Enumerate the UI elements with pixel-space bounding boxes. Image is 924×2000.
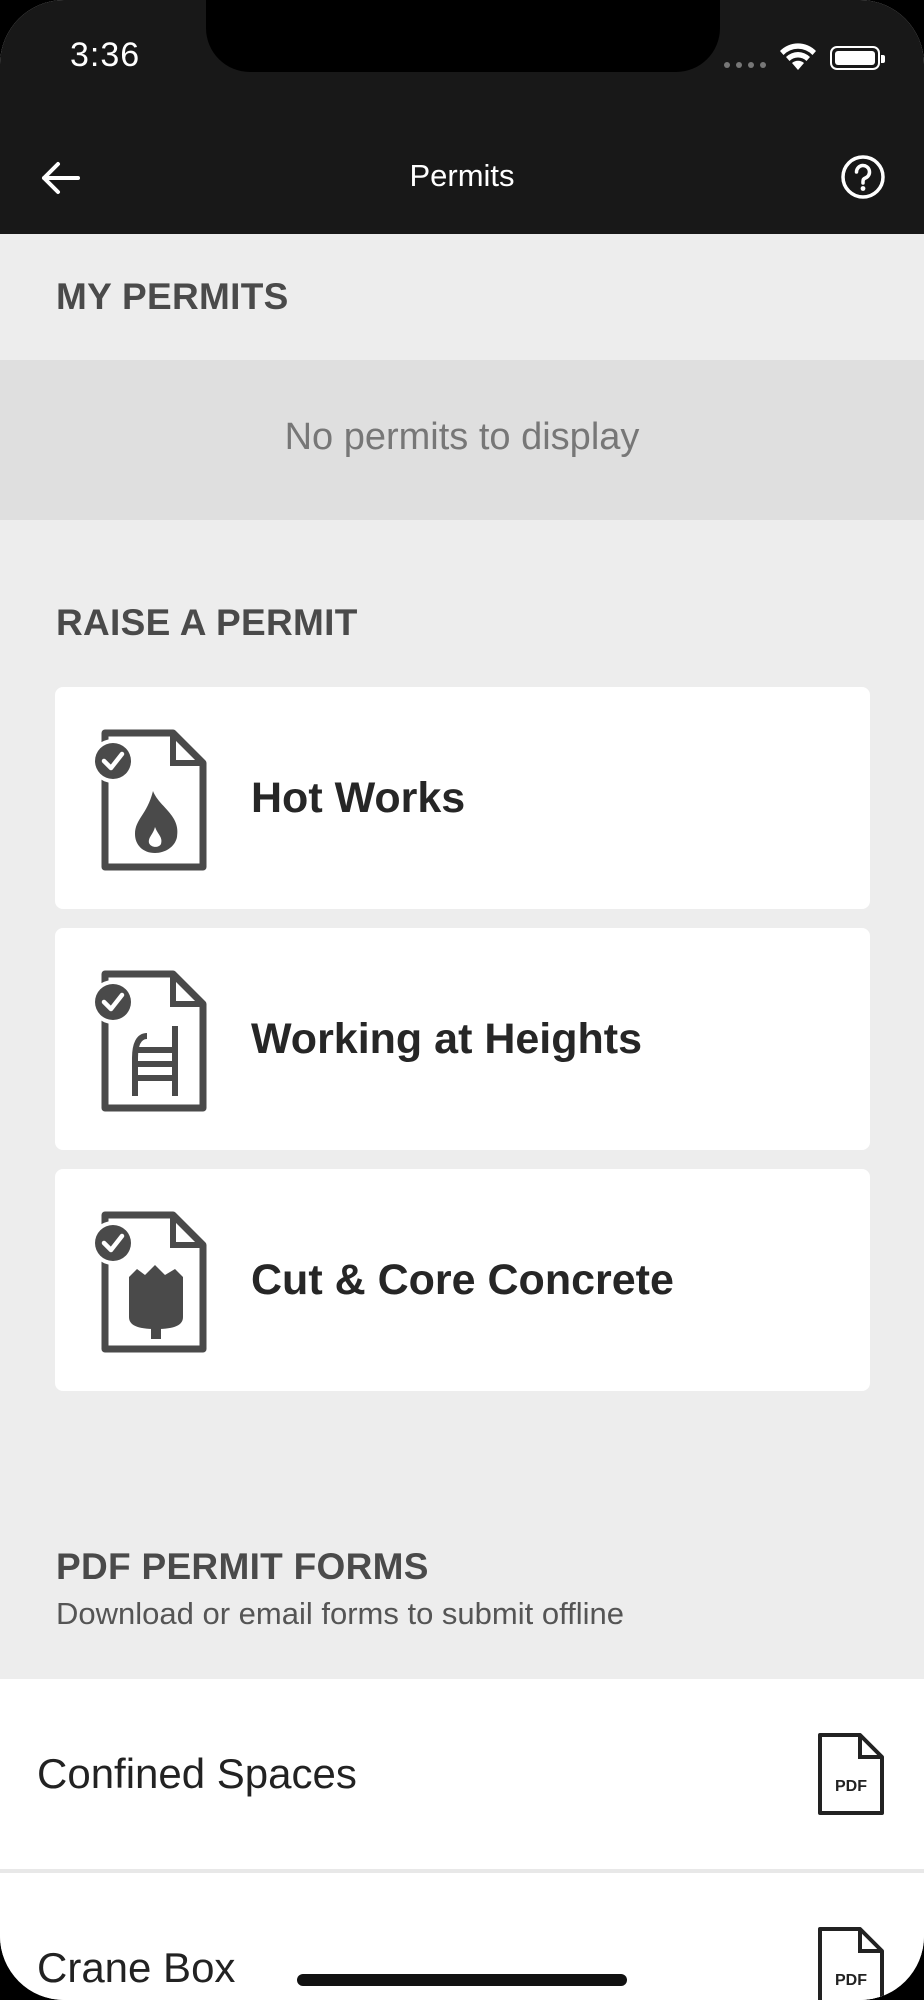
empty-permits-banner: No permits to display <box>0 360 924 520</box>
concrete-permit-icon <box>91 1211 207 1353</box>
permit-card-label: Working at Heights <box>251 1015 643 1063</box>
my-permits-heading: MY PERMITS <box>56 276 289 317</box>
permit-card-cut-core-concrete[interactable]: Cut & Core Concrete <box>55 1169 870 1391</box>
pdf-form-row-confined-spaces[interactable]: Confined Spaces PDF <box>0 1679 924 1869</box>
cellular-signal-icon <box>724 62 766 68</box>
permit-card-label: Hot Works <box>251 774 466 822</box>
pdf-form-label: Crane Box <box>37 1944 236 1991</box>
raise-permit-heading: RAISE A PERMIT <box>56 602 358 643</box>
wifi-icon <box>780 43 816 70</box>
pdf-download-icon[interactable]: PDF <box>816 1925 886 2000</box>
notch <box>206 0 720 72</box>
status-time: 3:36 <box>70 36 141 74</box>
empty-permits-text: No permits to display <box>284 416 640 458</box>
permit-card-working-at-heights[interactable]: Working at Heights <box>55 928 870 1150</box>
pdf-form-label: Confined Spaces <box>37 1750 357 1797</box>
status-bar: 3:36 <box>0 0 924 118</box>
page-title: Permits <box>409 158 515 193</box>
permit-card-label: Cut & Core Concrete <box>251 1256 674 1304</box>
ladder-permit-icon <box>91 970 207 1112</box>
help-circle-icon[interactable] <box>840 154 886 200</box>
navigation-bar: Permits <box>0 118 924 234</box>
battery-icon <box>830 46 885 70</box>
svg-text:PDF: PDF <box>835 1972 867 1989</box>
permits-screen: 3:36 Permits MY PERMITS No permits to di… <box>0 0 924 2000</box>
permit-card-hot-works[interactable]: Hot Works <box>55 687 870 909</box>
pdf-forms-heading: PDF PERMIT FORMS <box>56 1546 429 1587</box>
pdf-forms-subtitle: Download or email forms to submit offlin… <box>56 1596 625 1631</box>
hot-works-permit-icon <box>91 729 207 871</box>
pdf-download-icon[interactable]: PDF <box>816 1731 886 1817</box>
svg-text:PDF: PDF <box>835 1778 867 1795</box>
home-indicator[interactable] <box>297 1974 627 1986</box>
